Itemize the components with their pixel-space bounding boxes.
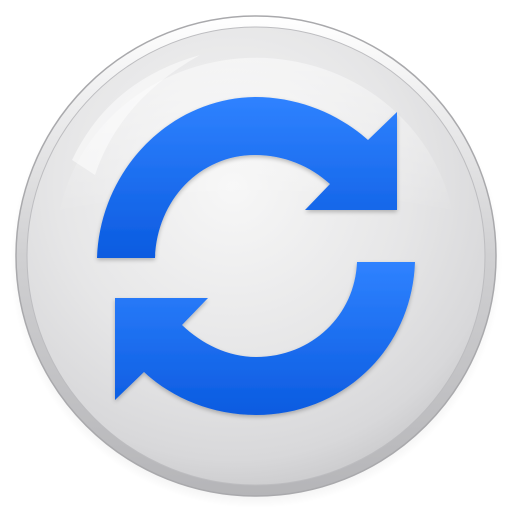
refresh-button[interactable]: [0, 0, 512, 512]
refresh-button-container: [0, 0, 512, 512]
